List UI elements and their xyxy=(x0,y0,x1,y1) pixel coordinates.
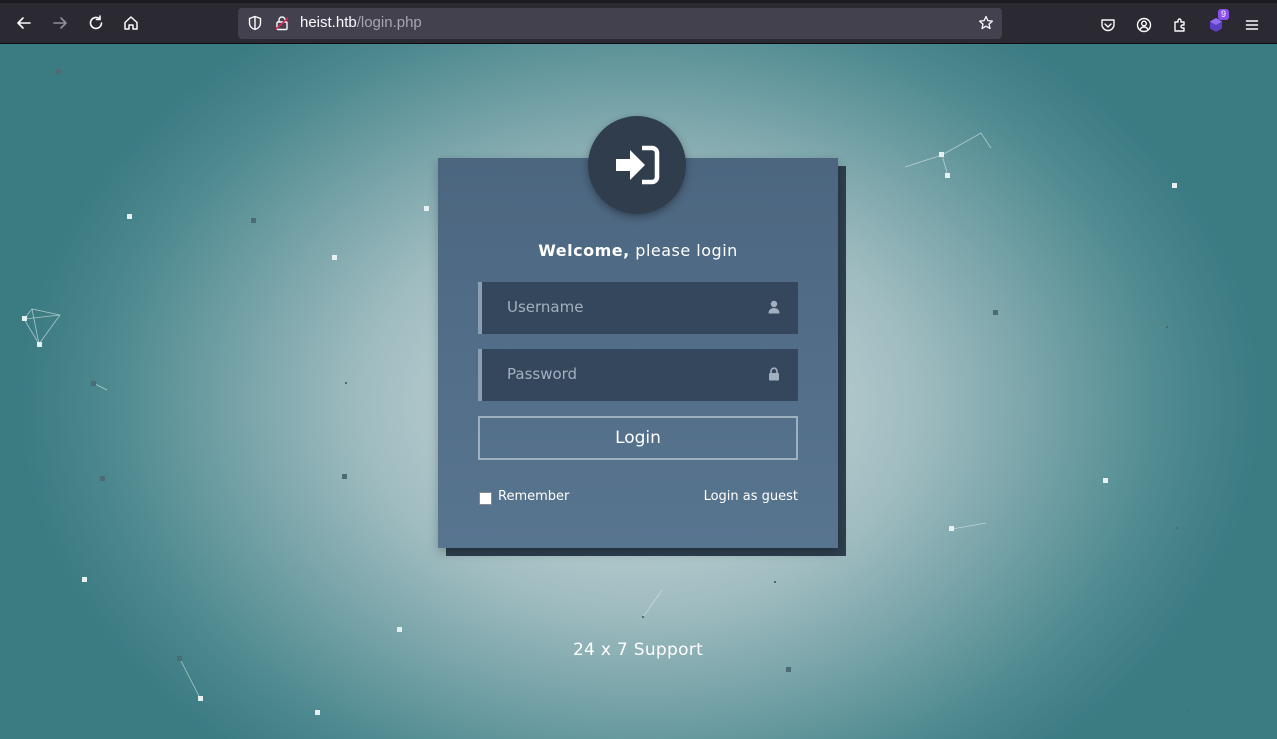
particle xyxy=(949,526,954,531)
lock-icon[interactable] xyxy=(274,15,290,31)
remember-checkbox[interactable] xyxy=(479,492,492,505)
shield-icon[interactable] xyxy=(247,15,263,31)
user-icon xyxy=(768,300,780,314)
login-button[interactable]: Login xyxy=(478,416,798,460)
star-icon[interactable] xyxy=(978,15,994,31)
particle xyxy=(177,656,182,661)
username-placeholder: Username xyxy=(507,298,584,316)
welcome-rest: please login xyxy=(629,241,738,260)
support-text: 24 x 7 Support xyxy=(572,640,704,660)
welcome-bold: Welcome, xyxy=(538,241,630,260)
extensions-button[interactable] xyxy=(1166,11,1194,39)
particle xyxy=(993,310,998,315)
browser-toolbar: heist.htb/login.php 9 xyxy=(0,0,1277,44)
particle xyxy=(91,381,96,386)
particle xyxy=(37,342,42,347)
particle xyxy=(642,616,644,618)
username-field[interactable]: Username xyxy=(478,282,798,334)
particle xyxy=(1172,183,1177,188)
account-button[interactable] xyxy=(1130,11,1158,39)
home-button[interactable] xyxy=(116,9,146,37)
particle xyxy=(82,577,87,582)
particle xyxy=(424,206,429,211)
page-background: Welcome, please login Username Password … xyxy=(0,44,1277,739)
particle xyxy=(1103,478,1108,483)
particle xyxy=(342,474,347,479)
forward-icon xyxy=(53,17,67,29)
particle xyxy=(56,69,61,74)
account-icon xyxy=(1136,17,1152,33)
menu-button[interactable] xyxy=(1238,11,1266,39)
password-field[interactable]: Password xyxy=(478,349,798,401)
url-path: /login.php xyxy=(356,14,422,31)
reload-button[interactable] xyxy=(81,9,111,37)
menu-icon xyxy=(1245,20,1259,30)
extension-button[interactable]: 9 xyxy=(1202,9,1230,39)
home-icon xyxy=(124,16,138,30)
particle xyxy=(100,476,105,481)
particle xyxy=(1166,326,1168,328)
particle xyxy=(251,218,256,223)
particle xyxy=(345,382,347,384)
lock-icon xyxy=(769,367,779,381)
particle xyxy=(1176,527,1178,529)
pocket-icon xyxy=(1101,19,1115,32)
particle xyxy=(774,581,776,583)
login-as-guest-link[interactable]: Login as guest xyxy=(680,489,798,504)
back-button[interactable] xyxy=(9,9,39,37)
particle xyxy=(22,316,27,321)
url-host: heist.htb xyxy=(300,14,357,31)
pocket-button[interactable] xyxy=(1094,11,1122,39)
login-icon-badge xyxy=(588,116,686,214)
particle xyxy=(939,152,944,157)
forward-button[interactable] xyxy=(45,9,75,37)
remember-label[interactable]: Remember xyxy=(498,489,569,504)
welcome-heading: Welcome, please login xyxy=(438,241,838,260)
particle xyxy=(198,696,203,701)
sign-in-icon xyxy=(616,145,660,185)
reload-icon xyxy=(89,15,103,30)
particle xyxy=(127,214,132,219)
url-text[interactable]: heist.htb/login.php xyxy=(300,14,422,31)
url-bar[interactable]: heist.htb/login.php xyxy=(238,8,1002,39)
particle xyxy=(1187,709,1189,711)
particle xyxy=(945,173,950,178)
extension-badge: 9 xyxy=(1218,9,1230,20)
particle xyxy=(315,710,320,715)
particle xyxy=(332,255,337,260)
back-icon xyxy=(17,17,31,29)
password-placeholder: Password xyxy=(507,365,578,383)
particle xyxy=(397,627,402,632)
extensions-icon xyxy=(1174,18,1185,32)
particle xyxy=(786,667,791,672)
